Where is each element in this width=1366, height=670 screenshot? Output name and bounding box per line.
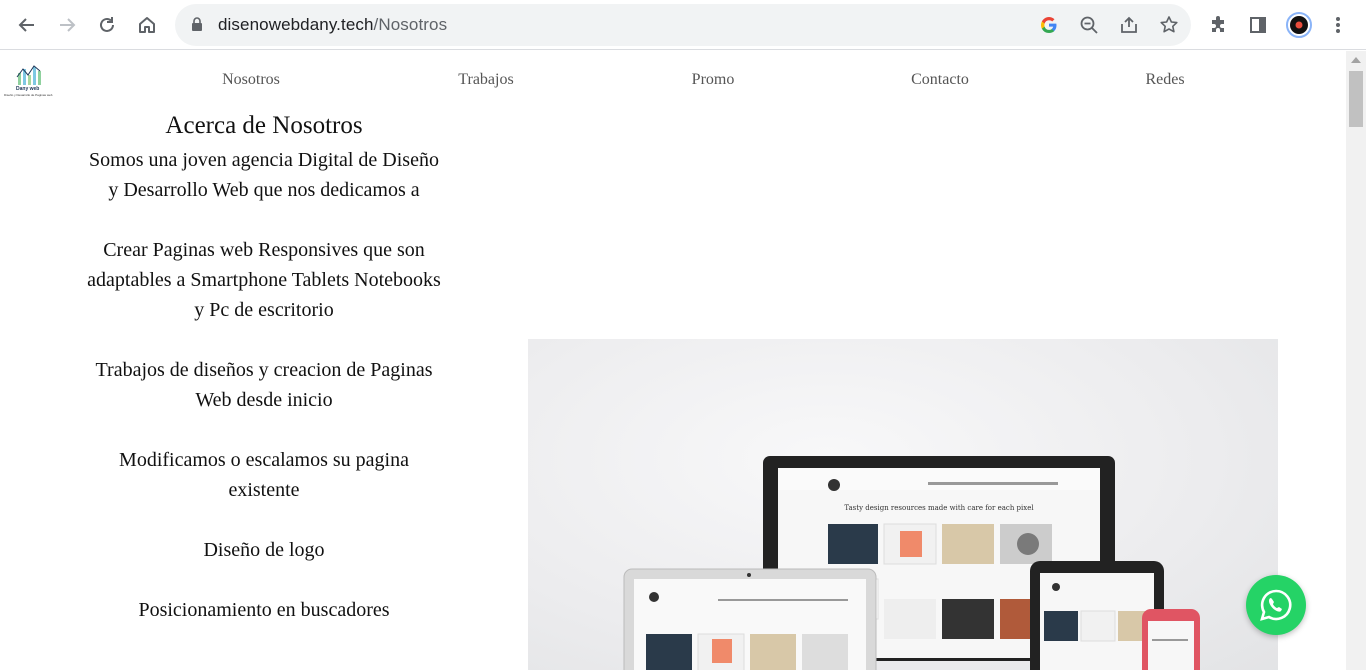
bookmark-star-icon[interactable] — [1153, 9, 1185, 41]
nav-link-promo[interactable]: Promo — [692, 71, 735, 89]
whatsapp-icon — [1260, 589, 1292, 621]
url-text[interactable]: disenowebdany.tech/Nosotros — [218, 15, 447, 35]
page-content: Dany web Diseño y Desarrollo de Paginas … — [0, 51, 1346, 670]
home-icon[interactable] — [131, 9, 163, 41]
nav-link-nosotros[interactable]: Nosotros — [222, 71, 280, 89]
about-title: Acerca de Nosotros — [165, 112, 363, 139]
side-panel-icon[interactable] — [1242, 9, 1274, 41]
service-seo: Posicionamiento en buscadores — [138, 599, 390, 621]
devices-mockup-image: Tasty design resources made with care fo… — [528, 339, 1278, 670]
scroll-thumb[interactable] — [1349, 71, 1363, 127]
whatsapp-button[interactable] — [1246, 575, 1306, 635]
nav-link-trabajos[interactable]: Trabajos — [458, 71, 513, 89]
about-section: Acerca de Nosotros Somos una joven agenc… — [84, 109, 444, 655]
service-responsive: Crear Paginas web Responsives que son ad… — [87, 239, 441, 321]
mockup-heading: Tasty design resources made with care fo… — [844, 504, 1034, 512]
back-icon[interactable] — [11, 9, 43, 41]
logo-tagline: Diseño y Desarrollo de Paginas web — [4, 93, 53, 97]
service-modify: Modificamos o escalamos su pagina existe… — [119, 449, 409, 501]
google-icon[interactable] — [1033, 9, 1065, 41]
service-logo: Diseño de logo — [203, 539, 325, 561]
reload-icon[interactable] — [91, 9, 123, 41]
service-design: Trabajos de diseños y creacion de Pagina… — [95, 359, 433, 411]
lock-icon[interactable] — [191, 17, 203, 37]
extensions-icon[interactable] — [1202, 9, 1234, 41]
kebab-menu-icon[interactable] — [1322, 9, 1354, 41]
profile-avatar[interactable] — [1283, 9, 1315, 41]
scroll-up-arrow-icon[interactable] — [1351, 57, 1361, 63]
about-intro: Somos una joven agencia Digital de Diseñ… — [89, 149, 439, 201]
zoom-out-icon[interactable] — [1073, 9, 1105, 41]
logo-name: Dany web — [16, 86, 40, 92]
forward-icon[interactable] — [51, 9, 83, 41]
address-bar[interactable]: disenowebdany.tech/Nosotros — [175, 4, 1191, 46]
url-domain: disenowebdany.tech — [218, 15, 374, 34]
url-path: /Nosotros — [373, 15, 448, 34]
share-icon[interactable] — [1113, 9, 1145, 41]
nav-link-redes[interactable]: Redes — [1145, 71, 1184, 89]
browser-toolbar: disenowebdany.tech/Nosotros — [0, 0, 1366, 50]
nav-link-contacto[interactable]: Contacto — [911, 71, 969, 89]
vertical-scrollbar[interactable] — [1346, 51, 1366, 670]
